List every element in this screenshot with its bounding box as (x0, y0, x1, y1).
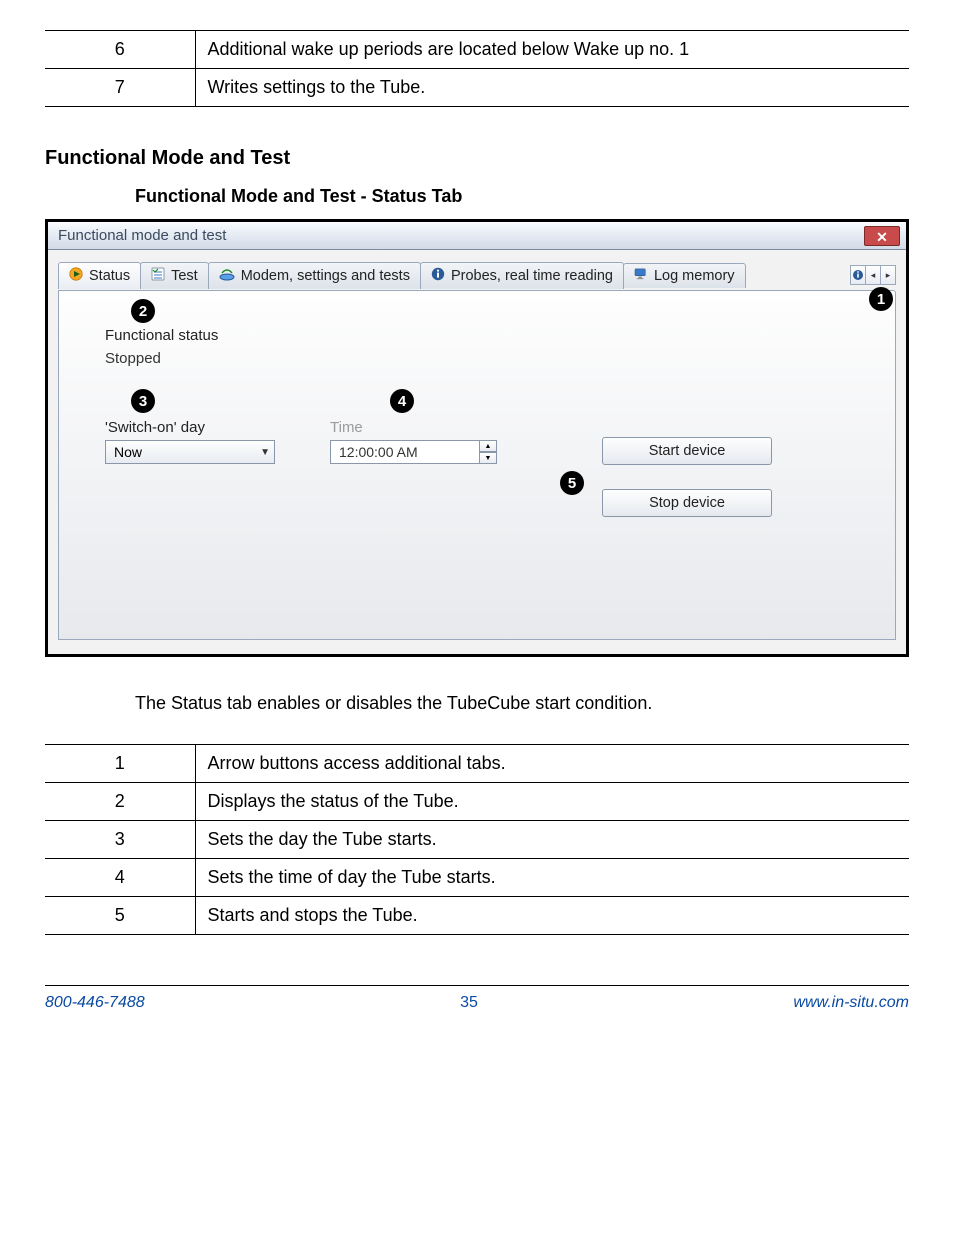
window-body: Status Test Modem, settings and tests (48, 250, 906, 654)
table-row: 7 Writes settings to the Tube. (45, 69, 909, 107)
info-small-icon[interactable] (850, 265, 866, 285)
tab-next-button[interactable]: ▸ (880, 265, 896, 285)
chevron-down-icon: ▼ (260, 447, 270, 458)
row-text: Writes settings to the Tube. (195, 69, 909, 107)
select-value: Now (114, 444, 142, 460)
close-button[interactable]: ✕ (864, 226, 900, 246)
top-desc-table: 6 Additional wake up periods are located… (45, 30, 909, 107)
table-row: 5 Starts and stops the Tube. (45, 897, 909, 935)
spinner-up-button[interactable]: ▲ (479, 440, 497, 452)
time-spinner: ▲ ▼ (479, 440, 497, 464)
callout-4: 4 (390, 389, 414, 413)
time-label: Time (330, 419, 497, 436)
button-label: Start device (649, 443, 726, 459)
stop-device-button[interactable]: Stop device (602, 489, 772, 517)
tab-label: Status (89, 268, 130, 284)
tab-label: Log memory (654, 268, 735, 284)
row-number: 1 (45, 745, 195, 783)
row-number: 6 (45, 31, 195, 69)
callout-5: 5 (560, 471, 584, 495)
spinner-down-button[interactable]: ▼ (479, 452, 497, 464)
tab-probes[interactable]: Probes, real time reading (420, 262, 624, 289)
callout-1: 1 (869, 287, 893, 311)
window: Functional mode and test ✕ Status Test (45, 219, 909, 657)
table-row: 6 Additional wake up periods are located… (45, 31, 909, 69)
tab-prev-button[interactable]: ◂ (865, 265, 881, 285)
callout-2: 2 (131, 299, 155, 323)
bottom-desc-table: 1 Arrow buttons access additional tabs. … (45, 744, 909, 935)
row-text: Displays the status of the Tube. (195, 783, 909, 821)
chevron-down-icon: ▼ (485, 455, 492, 462)
table-row: 1 Arrow buttons access additional tabs. (45, 745, 909, 783)
log-icon (634, 268, 648, 284)
chevron-left-icon: ◂ (871, 270, 876, 281)
row-number: 5 (45, 897, 195, 935)
row-text: Sets the time of day the Tube starts. (195, 859, 909, 897)
body-paragraph: The Status tab enables or disables the T… (135, 693, 909, 714)
window-titlebar[interactable]: Functional mode and test ✕ (48, 222, 906, 250)
tab-label: Modem, settings and tests (241, 268, 410, 284)
start-device-button[interactable]: Start device (602, 437, 772, 465)
tab-modem[interactable]: Modem, settings and tests (208, 262, 421, 289)
tab-label: Probes, real time reading (451, 268, 613, 284)
tab-overflow: ◂ ▸ (851, 265, 896, 285)
row-number: 7 (45, 69, 195, 107)
row-number: 4 (45, 859, 195, 897)
table-row: 2 Displays the status of the Tube. (45, 783, 909, 821)
row-text: Additional wake up periods are located b… (195, 31, 909, 69)
table-row: 4 Sets the time of day the Tube starts. (45, 859, 909, 897)
close-icon: ✕ (876, 229, 888, 245)
time-input[interactable]: 12:00:00 AM (330, 440, 480, 464)
time-value: 12:00:00 AM (339, 444, 418, 460)
table-row: 3 Sets the day the Tube starts. (45, 821, 909, 859)
footer-page-number: 35 (460, 994, 478, 1012)
row-text: Starts and stops the Tube. (195, 897, 909, 935)
button-label: Stop device (649, 495, 725, 511)
info-icon (431, 267, 445, 285)
row-text: Sets the day the Tube starts. (195, 821, 909, 859)
chevron-right-icon: ▸ (886, 270, 891, 281)
tabstrip: Status Test Modem, settings and tests (58, 260, 896, 290)
footer-url: www.in-situ.com (793, 994, 909, 1012)
section-heading: Functional Mode and Test (45, 147, 909, 170)
row-number: 3 (45, 821, 195, 859)
footer-phone: 800-446-7488 (45, 994, 145, 1012)
functional-status-value: Stopped (105, 350, 865, 367)
tab-log[interactable]: Log memory (623, 263, 746, 288)
switch-on-day-select[interactable]: Now ▼ (105, 440, 275, 464)
row-text: Arrow buttons access additional tabs. (195, 745, 909, 783)
functional-status-label: Functional status (105, 327, 865, 344)
switch-on-day-label: 'Switch-on' day (105, 419, 275, 436)
play-icon (69, 267, 83, 285)
row-number: 2 (45, 783, 195, 821)
chevron-up-icon: ▲ (485, 443, 492, 450)
tab-label: Test (171, 268, 198, 284)
modem-icon (219, 267, 235, 285)
tab-status[interactable]: Status (58, 262, 141, 289)
checklist-icon (151, 267, 165, 285)
tab-test[interactable]: Test (140, 262, 209, 289)
status-panel: 1 2 Functional status Stopped 3 'Switch-… (58, 290, 896, 640)
window-title-text: Functional mode and test (58, 227, 226, 244)
callout-3: 3 (131, 389, 155, 413)
subsection-heading: Functional Mode and Test - Status Tab (135, 186, 909, 207)
page-footer: 800-446-7488 35 www.in-situ.com (45, 985, 909, 1012)
